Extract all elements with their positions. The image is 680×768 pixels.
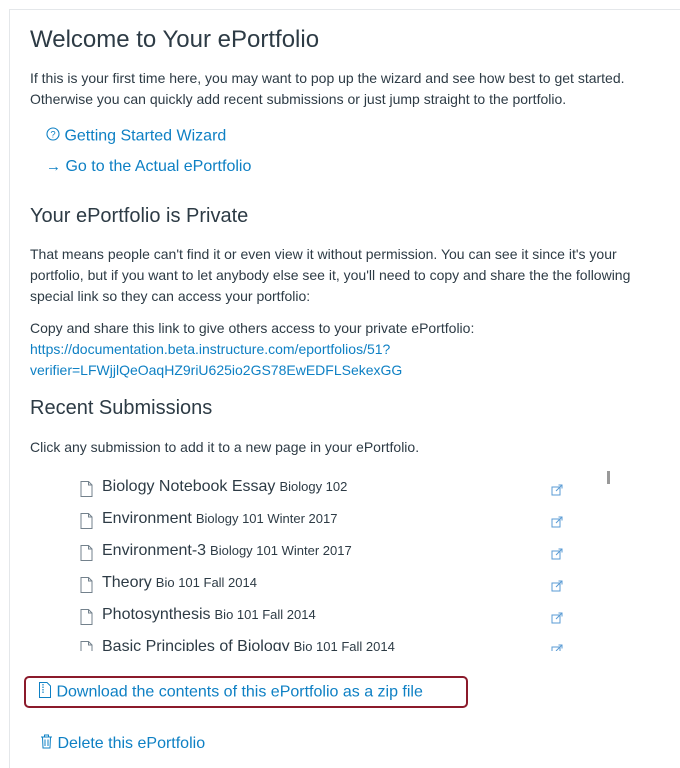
submission-title: Biology Notebook Essay — [102, 478, 276, 495]
download-zip-row[interactable]: Download the contents of this ePortfolio… — [38, 682, 423, 703]
external-link-icon[interactable] — [551, 579, 563, 597]
private-text-line-1: That means people can't find it or even … — [30, 246, 617, 262]
external-link-icon[interactable] — [551, 643, 563, 651]
document-icon — [80, 609, 93, 630]
share-link-label: Copy and share this link to give others … — [30, 320, 475, 336]
submission-item[interactable]: Theory Bio 101 Fall 2014 — [80, 574, 580, 596]
submission-course: Bio 101 Fall 2014 — [155, 575, 257, 590]
submission-item[interactable]: Basic Principles of Biology Bio 101 Fall … — [80, 638, 580, 651]
submission-item[interactable]: Biology Notebook Essay Biology 102 — [80, 478, 580, 500]
private-text-line-3: special link so they can access your por… — [30, 288, 311, 304]
document-icon — [80, 513, 93, 534]
submission-item[interactable]: Environment-3 Biology 101 Winter 2017 — [80, 542, 580, 564]
delete-row[interactable]: Delete this ePortfolio — [40, 734, 205, 754]
recent-submissions-heading: Recent Submissions — [30, 397, 213, 419]
submission-title: Environment — [102, 510, 192, 527]
submission-title: Photosynthesis — [102, 606, 211, 623]
submission-course: Biology 102 — [279, 479, 348, 494]
wizard-link-row[interactable]: ? Getting Started Wizard — [46, 127, 226, 146]
intro-text-line-2: Otherwise you can quickly add recent sub… — [30, 91, 567, 107]
submission-item[interactable]: Photosynthesis Bio 101 Fall 2014 — [80, 606, 580, 628]
submissions-list[interactable]: Biology Notebook Essay Biology 102 Enviro… — [0, 470, 680, 651]
portfolio-link-row[interactable]: → Go to the Actual ePortfolio — [46, 158, 251, 176]
page-title: Welcome to Your ePortfolio — [30, 26, 320, 53]
question-circle-icon: ? — [46, 127, 60, 146]
submission-title: Basic Principles of Biology — [102, 638, 290, 651]
private-text-line-2: portfolio, but if you want to let anybod… — [30, 267, 631, 283]
external-link-icon[interactable] — [551, 547, 563, 565]
document-icon — [80, 577, 93, 598]
content-frame — [9, 9, 680, 768]
private-heading: Your ePortfolio is Private — [30, 205, 249, 227]
external-link-icon[interactable] — [551, 611, 563, 629]
go-to-portfolio-link[interactable]: Go to the Actual ePortfolio — [65, 158, 251, 175]
submission-item[interactable]: Environment Biology 101 Winter 2017 — [80, 510, 580, 532]
document-icon — [80, 641, 93, 651]
submissions-instruction: Click any submission to add it to a new … — [30, 439, 420, 455]
download-zip-link[interactable]: Download the contents of this ePortfolio… — [56, 684, 422, 701]
scrollbar-thumb[interactable] — [607, 471, 610, 484]
external-link-icon[interactable] — [551, 483, 563, 501]
submission-course: Bio 101 Fall 2014 — [293, 639, 395, 651]
delete-eportfolio-link[interactable]: Delete this ePortfolio — [57, 735, 205, 752]
zip-file-icon — [38, 682, 52, 703]
share-url-line-2[interactable]: verifier=LFWjjlQeOaqHZ9riU625io2GS78EwED… — [30, 360, 402, 381]
submission-course: Bio 101 Fall 2014 — [214, 607, 316, 622]
intro-text-line-1: If this is your first time here, you may… — [30, 70, 625, 86]
submission-course: Biology 101 Winter 2017 — [195, 511, 338, 526]
getting-started-wizard-link[interactable]: Getting Started Wizard — [64, 128, 226, 145]
arrow-right-icon: → — [46, 158, 61, 175]
external-link-icon[interactable] — [551, 515, 563, 533]
document-icon — [80, 481, 93, 502]
document-icon — [80, 545, 93, 566]
trash-icon — [40, 734, 53, 754]
svg-text:?: ? — [50, 130, 55, 141]
submission-title: Theory — [102, 574, 152, 591]
submission-course: Biology 101 Winter 2017 — [210, 543, 352, 558]
share-url-line-1[interactable]: https://documentation.beta.instructure.c… — [30, 339, 390, 360]
submission-title: Environment-3 — [102, 542, 207, 559]
